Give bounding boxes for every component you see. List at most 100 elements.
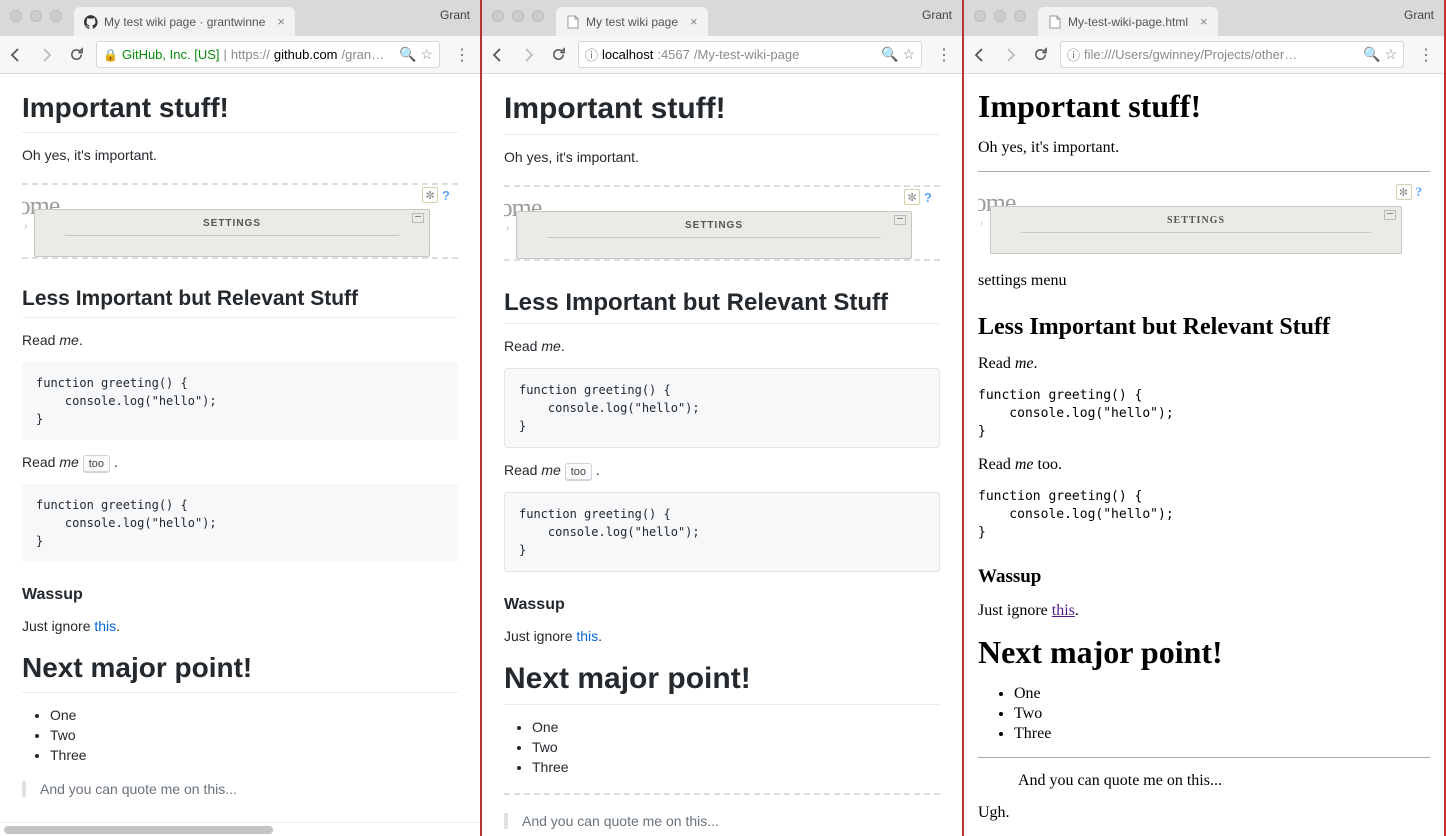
address-bar[interactable]: 🔒 GitHub, Inc. [US] | https://github.com… [96,41,440,68]
browser-window-1: My test wiki page · grantwinne × Grant 🔒… [0,0,482,836]
back-button[interactable] [970,45,990,65]
browser-tab[interactable]: My test wiki page × [556,7,708,36]
bookmark-star-icon[interactable]: ☆ [902,46,915,63]
info-icon[interactable]: ⓘ [1067,45,1080,64]
macos-traffic-lights[interactable] [10,10,62,22]
this-link[interactable]: this [94,618,116,634]
file-icon [1048,15,1062,29]
close-icon[interactable] [492,10,504,22]
address-bar[interactable]: ⓘ localhost:4567/My-test-wiki-page 🔍 ☆ [578,41,922,68]
bullet-list: One Two Three [504,719,940,775]
chevron-right-icon: › [24,221,27,232]
browser-window-3: My-test-wiki-page.html × Grant ⓘ file://… [964,0,1446,836]
kebab-menu-icon[interactable]: ⋮ [450,45,474,65]
code-block-2: function greeting() { console.log("hello… [978,488,1430,543]
minimize-icon[interactable] [30,10,42,22]
address-bar[interactable]: ⓘ file:///Users/gwinney/Projects/other… … [1060,41,1404,68]
list-item: Three [532,759,940,775]
macos-traffic-lights[interactable] [492,10,544,22]
info-icon[interactable]: ⓘ [585,45,598,64]
url-scheme: https:// [231,47,270,62]
browser-tab[interactable]: My-test-wiki-page.html × [1038,7,1218,36]
gear-icon: ✼ [904,189,920,205]
url-port: :4567 [657,47,690,62]
tab-strip: My-test-wiki-page.html × Grant [964,0,1444,36]
github-icon [84,15,98,29]
browser-window-2: My test wiki page × Grant ⓘ localhost:45… [482,0,964,836]
tab-strip: My test wiki page × Grant [482,0,962,36]
intro-paragraph: Oh yes, it's important. [504,149,940,165]
page-viewport[interactable]: Important stuff! Oh yes, it's important.… [482,74,962,836]
page-h3: Wassup [504,596,940,614]
ugh: Ugh. [978,804,1430,822]
minimize-icon[interactable] [994,10,1006,22]
settings-screenshot: rome › ✼ ? SETTINGS [978,182,1430,258]
tab-strip: My test wiki page · grantwinne × Grant [0,0,480,36]
url-path: /My-test-wiki-page [694,47,799,62]
collapse-icon [1384,210,1396,220]
tab-close-icon[interactable]: × [277,14,285,29]
reload-button[interactable] [548,45,568,65]
back-button[interactable] [6,45,26,65]
url-text: file:///Users/gwinney/Projects/other… [1084,47,1297,62]
minimize-icon[interactable] [512,10,524,22]
gear-icon: ✼ [422,187,438,203]
settings-screenshot: rome › ✼ ? SETTINGS [22,183,458,259]
reload-button[interactable] [1030,45,1050,65]
tab-close-icon[interactable]: × [690,14,698,29]
ignore-line: Just ignore this. [978,602,1430,620]
chevron-right-icon: › [980,218,983,229]
ignore-line: Just ignore this. [504,628,940,644]
bookmark-star-icon[interactable]: ☆ [420,46,433,63]
blockquote: And you can quote me on this... [22,781,458,797]
close-icon[interactable] [10,10,22,22]
browser-tab[interactable]: My test wiki page · grantwinne × [74,7,295,36]
code-block-1: function greeting() { console.log("hello… [978,387,1430,442]
gear-icon: ✼ [1396,184,1412,200]
forward-button[interactable] [36,45,56,65]
page-h3: Wassup [22,586,458,604]
bookmark-star-icon[interactable]: ☆ [1384,46,1397,63]
maximize-icon[interactable] [1014,10,1026,22]
url-divider: | [224,47,227,62]
lock-icon: 🔒 [103,48,118,62]
page-viewport[interactable]: Important stuff! Oh yes, it's important.… [964,74,1444,836]
forward-button[interactable] [1000,45,1020,65]
zoom-icon[interactable]: 🔍 [1363,46,1380,63]
this-link[interactable]: this [576,628,598,644]
maximize-icon[interactable] [50,10,62,22]
kebab-menu-icon[interactable]: ⋮ [932,45,956,65]
page-h1: Important stuff! [22,92,458,133]
code-block-2: function greeting() { console.log("hello… [22,484,458,562]
collapse-icon [412,213,424,223]
image-caption: settings menu [978,272,1430,290]
read-me-1: Read me. [22,332,458,348]
kebab-menu-icon[interactable]: ⋮ [1414,45,1438,65]
back-button[interactable] [488,45,508,65]
page-viewport[interactable]: Important stuff! Oh yes, it's important.… [0,74,480,822]
code-block-1: function greeting() { console.log("hello… [22,362,458,440]
tab-close-icon[interactable]: × [1200,14,1208,29]
reload-button[interactable] [66,45,86,65]
page-h1b: Next major point! [22,652,458,693]
nav-toolbar: 🔒 GitHub, Inc. [US] | https://github.com… [0,36,480,74]
horizontal-scrollbar[interactable] [0,822,480,836]
blockquote: And you can quote me on this... [504,813,940,829]
profile-name[interactable]: Grant [1404,8,1434,22]
zoom-icon[interactable]: 🔍 [399,46,416,63]
this-link[interactable]: this [1052,602,1075,619]
close-icon[interactable] [974,10,986,22]
profile-name[interactable]: Grant [440,8,470,22]
list-item: One [50,707,458,723]
forward-button[interactable] [518,45,538,65]
code-block-2: function greeting() { console.log("hello… [504,492,940,572]
zoom-icon[interactable]: 🔍 [881,46,898,63]
chevron-right-icon: › [506,223,509,234]
profile-name[interactable]: Grant [922,8,952,22]
macos-traffic-lights[interactable] [974,10,1026,22]
page-h2: Less Important but Relevant Stuff [978,314,1430,341]
maximize-icon[interactable] [532,10,544,22]
file-icon [566,15,580,29]
list-item: Two [50,727,458,743]
bullet-list: One Two Three [22,707,458,763]
